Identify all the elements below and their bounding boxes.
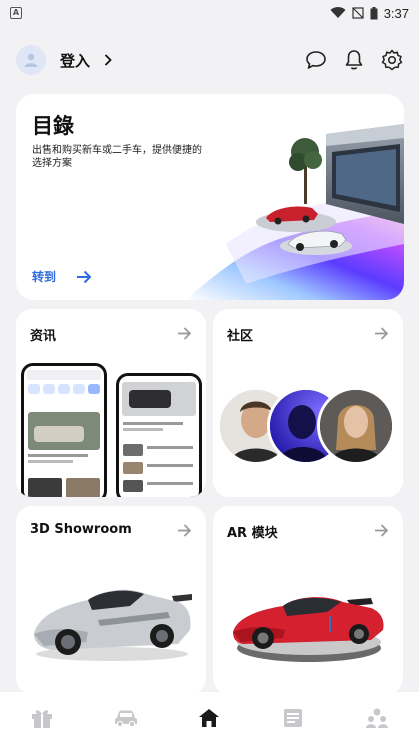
gift-icon [31,710,52,728]
arrow-right-icon [77,270,92,283]
chevron-right-icon[interactable] [104,54,112,66]
status-right: 3:37 [330,6,409,21]
nav-news[interactable] [273,698,313,738]
arrow-right-icon [374,522,389,541]
status-left: A [10,7,22,19]
avatar[interactable] [16,45,46,75]
nav-car[interactable] [106,698,146,738]
arrow-right-icon [177,325,192,344]
header: 登入 [0,40,419,80]
header-actions [305,49,403,71]
catalog-go-label: 转到 [32,270,57,284]
ar-module-tile[interactable]: AR 模块 [213,506,403,694]
no-signal-icon [352,7,364,19]
status-time: 3:37 [383,5,409,21]
chat-icon[interactable] [305,49,327,71]
showroom-3d-tile-title: 3D Showroom [30,522,132,537]
login-label[interactable]: 登入 [60,50,90,71]
wifi-icon [330,7,346,19]
news-tile[interactable]: 资讯 [16,309,206,497]
supercar-silver-illustration [34,589,192,661]
community-tile[interactable]: 社区 [213,309,403,497]
catalog-go-link[interactable]: 转到 [32,268,92,285]
community-member-avatar-3 [317,387,395,465]
arrow-right-icon [177,522,192,541]
bottom-nav [0,692,419,744]
nav-community[interactable] [357,698,397,738]
home-icon [199,709,220,727]
catalog-card[interactable]: 目錄 出售和购买新车或二手车，提供便捷的选择方案 转到 [16,94,404,300]
ar-module-tile-title: AR 模块 [227,526,278,541]
showroom-3d-tile[interactable]: 3D Showroom [16,506,206,694]
community-tile-title: 社区 [227,329,254,344]
user-icon [24,53,38,67]
bell-icon[interactable] [343,49,365,71]
showroom-illustration [186,124,404,300]
app-notification-icon: A [10,7,22,19]
nav-gift[interactable] [22,698,62,738]
status-bar: A 3:37 [0,0,419,26]
car-icon [114,710,137,728]
catalog-title: 目錄 [32,114,74,138]
community-icon [366,708,389,728]
settings-icon[interactable] [381,49,403,71]
news-icon [284,709,303,727]
catalog-description: 出售和购买新车或二手车，提供便捷的选择方案 [32,145,202,169]
arrow-right-icon [374,325,389,344]
news-tile-title: 资讯 [30,329,57,344]
battery-icon [370,6,378,19]
nav-home[interactable] [189,698,229,738]
sportscar-red-illustration [233,597,384,662]
news-phone-mockup-left [21,363,107,497]
news-phone-mockup-right [116,373,202,497]
